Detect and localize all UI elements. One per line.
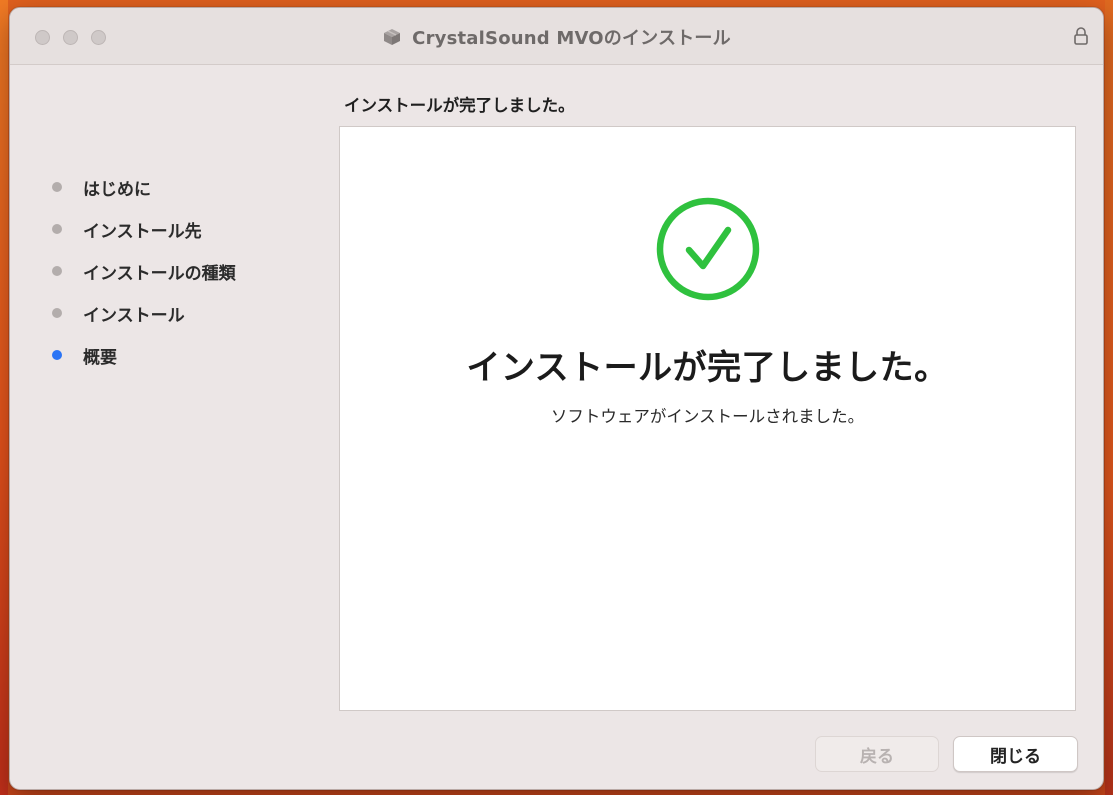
lock-icon[interactable] [1073,26,1089,46]
sidebar-step-install: インストール [52,292,312,334]
title-bar[interactable]: CrystalSound MVOのインストール [10,8,1103,65]
completion-subtitle: ソフトウェアがインストールされました。 [550,407,865,426]
desktop-wallpaper-right [1105,0,1113,795]
step-bullet [52,224,62,234]
content-heading: インストールが完了しました。 [344,96,575,115]
sidebar-step-destination: インストール先 [52,208,312,250]
sidebar-step-summary: 概要 [52,334,312,376]
step-bullet [52,308,62,318]
desktop-wallpaper-left [0,0,8,795]
installer-steps-sidebar: はじめに インストール先 インストールの種類 インストール 概要 [52,166,312,376]
close-button[interactable]: 閉じる [953,736,1078,772]
step-label: インストールの種類 [83,263,236,284]
checkmark-circle-icon [656,197,760,301]
sidebar-step-installation-type: インストールの種類 [52,250,312,292]
step-label: インストール [83,305,185,326]
content-panel: インストールが完了しました。 ソフトウェアがインストールされました。 [339,126,1076,711]
step-bullet [52,266,62,276]
step-label: インストール先 [83,221,202,242]
step-bullet [52,182,62,192]
package-icon [384,29,401,45]
sidebar-step-introduction: はじめに [52,166,312,208]
completion-title: インストールが完了しました。 [466,348,949,388]
window-title: CrystalSound MVOのインストール [412,28,731,49]
back-button[interactable]: 戻る [815,736,939,772]
installer-window: CrystalSound MVOのインストール インストールが完了しました。 は… [9,7,1104,790]
step-label: はじめに [83,179,151,200]
step-label: 概要 [83,347,117,368]
window-title-group: CrystalSound MVOのインストール [10,24,1103,50]
step-bullet-active [52,350,62,360]
